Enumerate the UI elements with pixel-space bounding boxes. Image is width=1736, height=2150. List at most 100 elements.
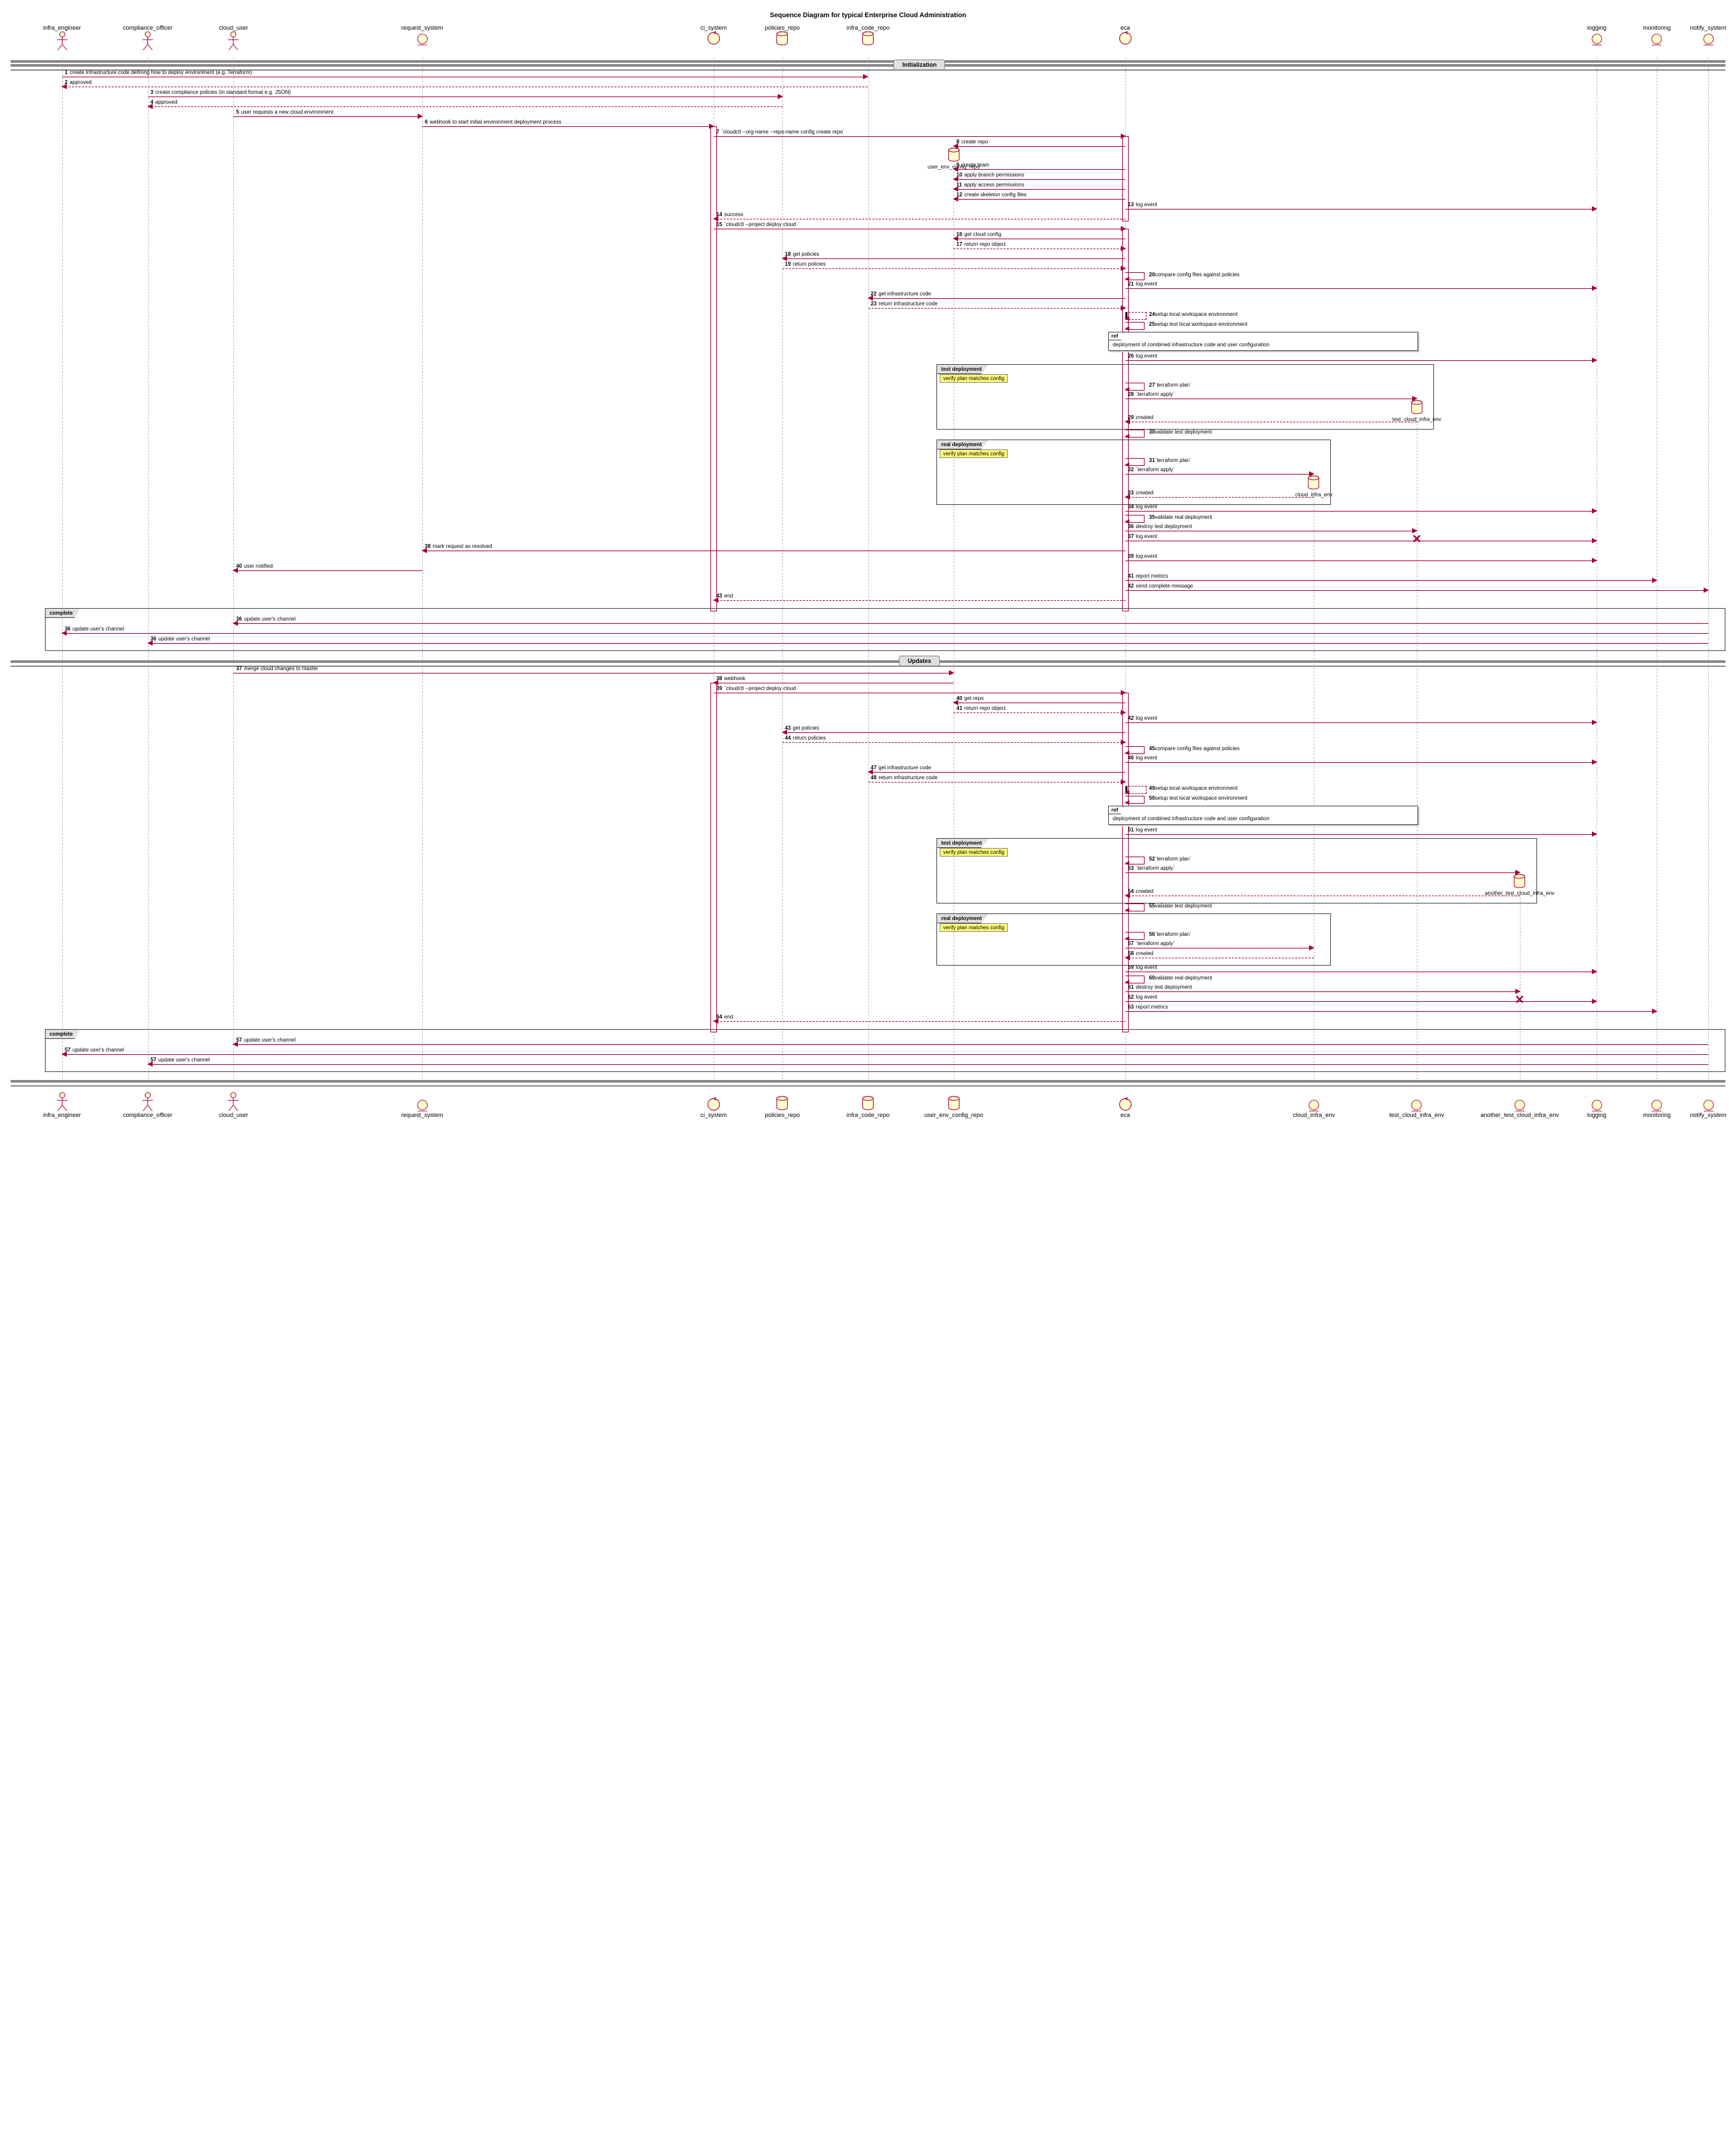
actor-icon [225,31,241,51]
message-36: 36update user's channel [233,617,1708,627]
message-38: 38webhook [714,677,954,687]
message-32: 32`terraform apply` [1125,468,1314,478]
entity-icon [414,1097,430,1112]
participant-label: policies_repo [765,1112,800,1118]
destroy-tcloud: ✕ [1412,533,1421,547]
message-39: 39log event [1125,555,1597,564]
participant-log: logging [1587,1096,1606,1118]
message-41: 41report metrics [1125,574,1657,584]
message-5: 5user requests a new cloud environment [233,110,422,120]
message-62: 62log event [1125,995,1597,1005]
message-15: 15`cloudctl --project deploy cloud ` [714,223,1125,233]
message-37: 37merge cloud changes to master [233,667,954,677]
participant-label: notify_system [1690,1112,1727,1118]
participant-label: cloud_user [219,24,248,31]
db-icon [1409,400,1425,416]
message-54: 54created [1125,890,1520,900]
participant-user: cloud_user [219,24,248,52]
group-real deployment: real deployment verify plan matches conf… [936,440,1331,505]
message-63: 63report metrics [1125,1005,1657,1015]
message-11: 11apply access permissions [954,183,1125,193]
message-59: 59log event [1125,966,1597,976]
participant-infrarep: infra_code_repo [847,24,889,48]
message-16: 16get cloud config [954,233,1125,243]
message-51: 51log event [1125,828,1597,838]
participant-atcloud: another_test_cloud_infra_env [1480,1096,1559,1118]
message-55: 55validate test deployment [1125,903,1145,911]
message-47: 47get infrastructure code [868,766,1125,776]
participant-eca: eca [1117,1096,1133,1118]
participant-label: user_env_config_repo [925,1112,983,1118]
message-45: 45compare config files against policies [1125,746,1145,754]
message-48: 48return infrastructure code [868,776,1125,786]
participant-user: cloud_user [219,1091,248,1118]
message-29: 29created [1125,416,1417,426]
message-41: 41return repo object [954,707,1125,716]
message-42: 42log event [1125,716,1597,726]
actor-icon [225,1092,241,1112]
participant-label: monitoring [1643,1112,1671,1118]
participant-mon: monitoring [1643,24,1671,47]
message-57: 57update user's channel [233,1038,1708,1048]
entity-icon [1700,1097,1716,1112]
db-icon [774,31,790,47]
participant-pol: policies_repo [765,1094,800,1118]
entity-icon [1306,1097,1322,1112]
message-21: 21log event [1125,282,1597,292]
message-57: 57`terraform apply` [1125,942,1314,952]
participant-label: logging [1587,24,1606,31]
participant-label: monitoring [1643,24,1671,31]
participant-label: infra_code_repo [847,1112,889,1118]
participant-ci: ci_system [700,1096,727,1118]
ref-box: ref deployment of combined infrastructur… [1108,806,1418,825]
db-icon [774,1096,790,1112]
message-35: 35validate real deployment [1125,515,1145,523]
message-49: 49setup local workspace environment [1125,786,1147,794]
message-14: 14success [714,213,1125,223]
message-46: 46log event [1125,756,1597,766]
message-60: 60validate real deployment [1125,976,1145,983]
message-6: 6webhook to start initial environment de… [422,120,714,130]
entity-icon [1409,1097,1425,1112]
message-33: 33created [1125,491,1314,501]
db-icon [860,31,876,47]
message-43: 43end [714,594,1125,604]
section-Updates: Updates [899,656,940,666]
message-50: 50setup test local workspace environment [1125,796,1145,804]
participant-ci: ci_system [700,24,727,47]
entity-icon [1589,1097,1604,1112]
message-24: 24setup local workspace environment [1125,312,1147,320]
entity-icon [1512,1097,1528,1112]
message-30: 30validate test deployment [1125,430,1145,438]
entity-icon [1649,31,1665,46]
entity-icon [1649,1097,1665,1112]
participant-log: logging [1587,24,1606,47]
participant-tcloud: test_cloud_infra_env [1389,1096,1444,1118]
message-36: 36destroy test deployment [1125,525,1417,535]
message-9: 9create team [954,163,1125,173]
participant-not: notify_system [1690,24,1727,47]
participant-label: request_system [401,1112,443,1118]
participant-label: eca [1120,24,1130,31]
participant-infra: infra_engineer [43,1091,81,1118]
db-icon [1512,874,1528,890]
ctrl-icon [706,31,722,46]
entity-icon [414,31,430,46]
message-61: 61destroy test deployment [1125,985,1520,995]
participant-label: infra_code_repo [847,24,889,31]
message-38: 38mark request as resolved [422,545,1125,555]
participant-label: compliance_officer [123,1112,172,1118]
actor-icon [140,31,156,51]
actor-icon [54,1092,70,1112]
message-39: 39`cloudctl --project deploy cloud ` [714,687,1125,697]
message-40: 40get repo [954,697,1125,707]
message-27: 27`terraform plan` [1125,383,1145,391]
participant-req: request_system [401,24,443,47]
participant-label: eca [1120,1112,1130,1118]
ctrl-icon [706,1097,722,1112]
message-4: 4approved [148,100,782,110]
message-8: 8create repo [954,140,1125,150]
participant-compl: compliance_officer [123,24,172,52]
participant-label: test_cloud_infra_env [1389,1112,1444,1118]
message-37: 37log event [1125,535,1597,545]
